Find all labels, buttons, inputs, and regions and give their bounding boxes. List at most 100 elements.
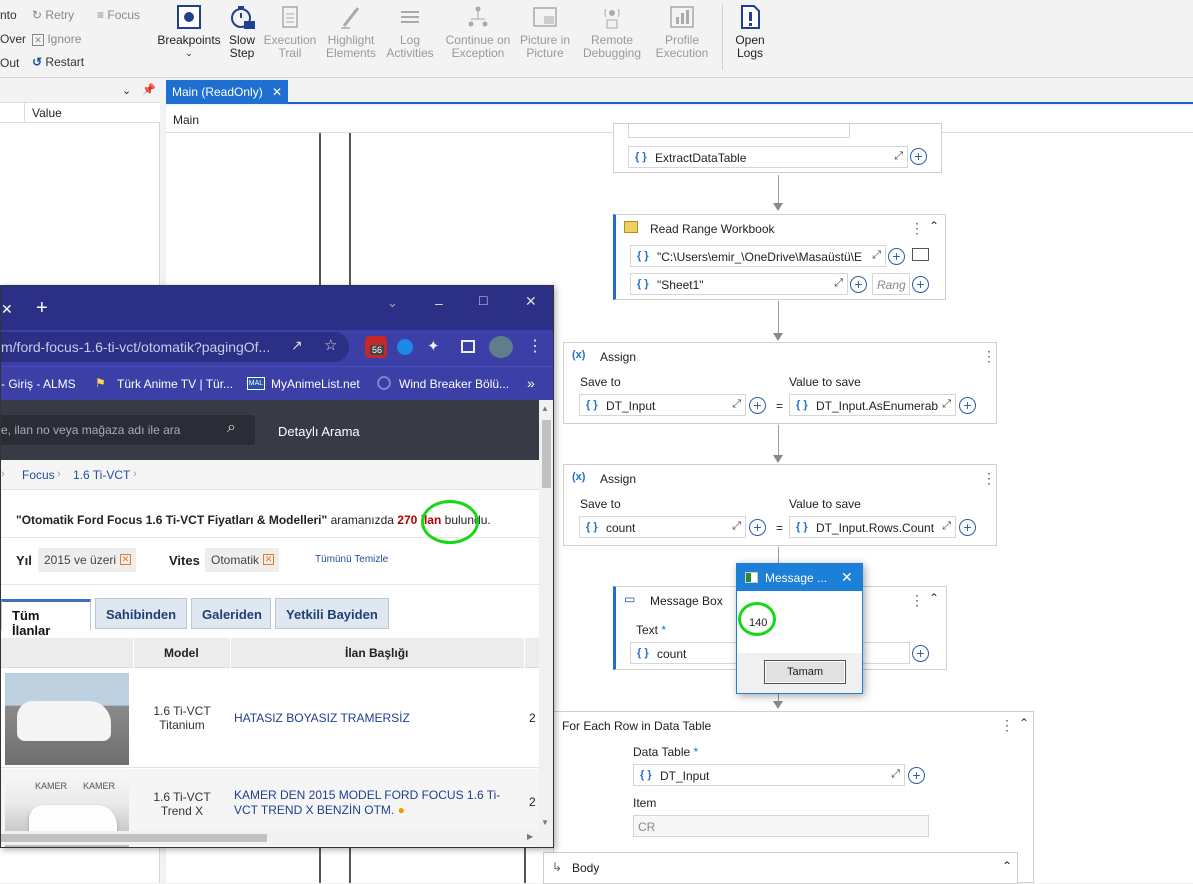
- highlight-elements-button[interactable]: Highlight Elements: [322, 4, 380, 60]
- close-icon[interactable]: ✕: [841, 569, 853, 586]
- clear-filters-link[interactable]: Tümünü Temizle: [315, 554, 388, 565]
- expand-icon[interactable]: ⤢: [872, 249, 881, 262]
- sheet-name-field[interactable]: { } "Sheet1" ⤢: [630, 273, 848, 295]
- add-icon[interactable]: +: [959, 397, 976, 414]
- add-icon[interactable]: +: [912, 276, 929, 293]
- add-icon[interactable]: +: [850, 276, 867, 293]
- picture-in-picture-button[interactable]: Picture in Picture: [518, 4, 572, 60]
- collapse-icon[interactable]: ⌃: [1002, 859, 1012, 873]
- remove-filter-icon[interactable]: ✕: [263, 554, 275, 565]
- expand-icon[interactable]: ⤢: [942, 520, 951, 533]
- expand-icon[interactable]: ⤢: [732, 398, 741, 411]
- page-scrollbar[interactable]: ▲ ▼: [539, 400, 553, 847]
- save-to-field[interactable]: { } count ⤢: [579, 516, 746, 538]
- add-icon[interactable]: +: [959, 519, 976, 536]
- more-options-icon[interactable]: ⋮: [1000, 717, 1014, 734]
- step-into-button[interactable]: nto: [0, 8, 17, 22]
- listing-thumbnail[interactable]: [5, 673, 129, 765]
- folder-icon[interactable]: [912, 248, 929, 261]
- listing-title-link[interactable]: HATASIZ BOYASIZ TRAMERSİZ: [234, 711, 410, 725]
- remove-filter-icon[interactable]: ✕: [120, 554, 132, 565]
- value-to-save-field[interactable]: { } DT_Input.AsEnumerab ⤢: [789, 394, 956, 416]
- add-icon[interactable]: +: [749, 519, 766, 536]
- log-activities-button[interactable]: Log Activities: [384, 4, 436, 60]
- more-options-icon[interactable]: ⋮: [910, 592, 924, 609]
- collapse-icon[interactable]: ⌃: [1019, 716, 1029, 730]
- tab-close-icon[interactable]: ✕: [1, 301, 13, 318]
- continue-on-exception-button[interactable]: Continue on Exception: [440, 4, 516, 60]
- window-close-icon[interactable]: ✕: [525, 293, 537, 310]
- profile-execution-button[interactable]: Profile Execution: [650, 4, 714, 60]
- scroll-down-icon[interactable]: ▼: [541, 818, 549, 827]
- table-row[interactable]: 1.6 Ti-VCT Titanium HATASIZ BOYASIZ TRAM…: [1, 668, 539, 768]
- bookmark-item[interactable]: Türk Anime TV | Tür...: [117, 377, 233, 391]
- pin-icon[interactable]: 📌: [142, 83, 156, 96]
- add-icon[interactable]: +: [910, 148, 927, 165]
- scroll-up-icon[interactable]: ▲: [541, 404, 549, 413]
- expand-icon[interactable]: ⤢: [891, 768, 900, 781]
- tab-all-listings[interactable]: Tüm İlanlar: [1, 599, 91, 638]
- extract-activity-card[interactable]: { } ExtractDataTable ⤢ +: [613, 123, 942, 173]
- restart-button[interactable]: ↺ Restart: [32, 55, 84, 69]
- retry-button[interactable]: ↻ Retry: [32, 8, 74, 22]
- search-icon[interactable]: ⌕: [227, 419, 236, 437]
- more-options-icon[interactable]: ⋮: [982, 348, 996, 365]
- value-to-save-field[interactable]: { } DT_Input.Rows.Count ⤢: [789, 516, 956, 538]
- breakpoints-button[interactable]: Breakpoints ⌄: [156, 4, 222, 60]
- horizontal-scrollbar[interactable]: ▶: [1, 831, 539, 845]
- range-field[interactable]: Rang: [872, 273, 910, 295]
- expand-icon[interactable]: ⤢: [732, 520, 741, 533]
- browser-menu-icon[interactable]: ⋮: [527, 336, 543, 356]
- assign-activity-card[interactable]: (x) Assign ⋮ Save to Value to save { } D…: [563, 342, 997, 424]
- collapse-icon[interactable]: ⌃: [929, 591, 939, 605]
- scroll-right-icon[interactable]: ▶: [527, 832, 533, 841]
- expand-icon[interactable]: ⤢: [942, 398, 951, 411]
- address-bar[interactable]: m m/ford-focus-1.6-ti-vct/otomatik?pagin…: [1, 332, 349, 362]
- save-to-field[interactable]: { } DT_Input ⤢: [579, 394, 746, 416]
- open-logs-button[interactable]: Open Logs: [730, 4, 770, 60]
- gear-filter-chip[interactable]: Otomatik ✕: [205, 548, 280, 572]
- column-header-title[interactable]: İlan Başlığı: [345, 646, 408, 660]
- dialog-titlebar[interactable]: Message ... ✕: [737, 564, 862, 591]
- share-icon[interactable]: ↗: [291, 337, 303, 354]
- profile-avatar[interactable]: [489, 336, 513, 358]
- new-tab-button[interactable]: +: [36, 297, 48, 320]
- ok-button[interactable]: Tamam: [764, 660, 846, 684]
- remote-debugging-button[interactable]: Remote Debugging: [580, 4, 644, 60]
- bookmark-overflow-button[interactable]: »: [527, 375, 535, 391]
- collapse-icon[interactable]: ⌃: [929, 219, 939, 233]
- side-panel-icon[interactable]: [461, 340, 475, 353]
- maximize-icon[interactable]: □: [479, 292, 487, 308]
- item-field[interactable]: CR: [633, 815, 929, 837]
- tab-main-readonly[interactable]: Main (ReadOnly) ✕: [166, 80, 289, 104]
- ublock-extension-icon[interactable]: 56: [365, 336, 387, 358]
- slow-step-button[interactable]: Slow Step: [224, 4, 260, 60]
- site-search-input[interactable]: e, ilan no veya mağaza adı ile ara ⌕: [1, 415, 255, 445]
- bookmark-star-icon[interactable]: ☆: [324, 336, 337, 354]
- add-icon[interactable]: +: [912, 645, 929, 662]
- scrollbar-thumb[interactable]: [542, 420, 551, 488]
- bookmark-item[interactable]: Wind Breaker Bölü...: [399, 377, 509, 391]
- body-container[interactable]: ↳ Body ⌃: [543, 852, 1018, 884]
- ignore-button[interactable]: ✕ Ignore: [32, 32, 81, 46]
- workbook-path-field[interactable]: { } "C:\Users\emir_\OneDrive\Masaüstü\E …: [630, 245, 886, 267]
- focus-button[interactable]: ≡ Focus: [97, 8, 140, 22]
- bookmark-item[interactable]: MyAnimeList.net: [271, 377, 360, 391]
- tab-galleries[interactable]: Galeriden: [191, 598, 271, 629]
- tab-by-owner[interactable]: Sahibinden: [95, 598, 187, 629]
- extract-output-field[interactable]: { } ExtractDataTable ⤢: [628, 146, 908, 168]
- shazam-extension-icon[interactable]: [397, 339, 413, 355]
- more-options-icon[interactable]: ⋮: [982, 470, 996, 487]
- minimize-icon[interactable]: –: [435, 295, 443, 311]
- add-icon[interactable]: +: [908, 767, 925, 784]
- breadcrumb-link[interactable]: Focus: [22, 468, 55, 482]
- data-table-field[interactable]: { } DT_Input ⤢: [633, 764, 905, 786]
- chevron-down-icon[interactable]: ⌄: [122, 84, 131, 97]
- listing-title-link[interactable]: KAMER DEN 2015 MODEL FORD FOCUS 1.6 Ti-V…: [234, 788, 514, 818]
- execution-trail-button[interactable]: Execution Trail: [262, 4, 318, 60]
- scrollbar-thumb[interactable]: [1, 834, 267, 842]
- column-header-model[interactable]: Model: [164, 646, 199, 660]
- expand-icon[interactable]: ⤢: [894, 150, 903, 163]
- step-out-button[interactable]: Out: [0, 56, 19, 70]
- year-filter-chip[interactable]: 2015 ve üzeri ✕: [38, 548, 137, 572]
